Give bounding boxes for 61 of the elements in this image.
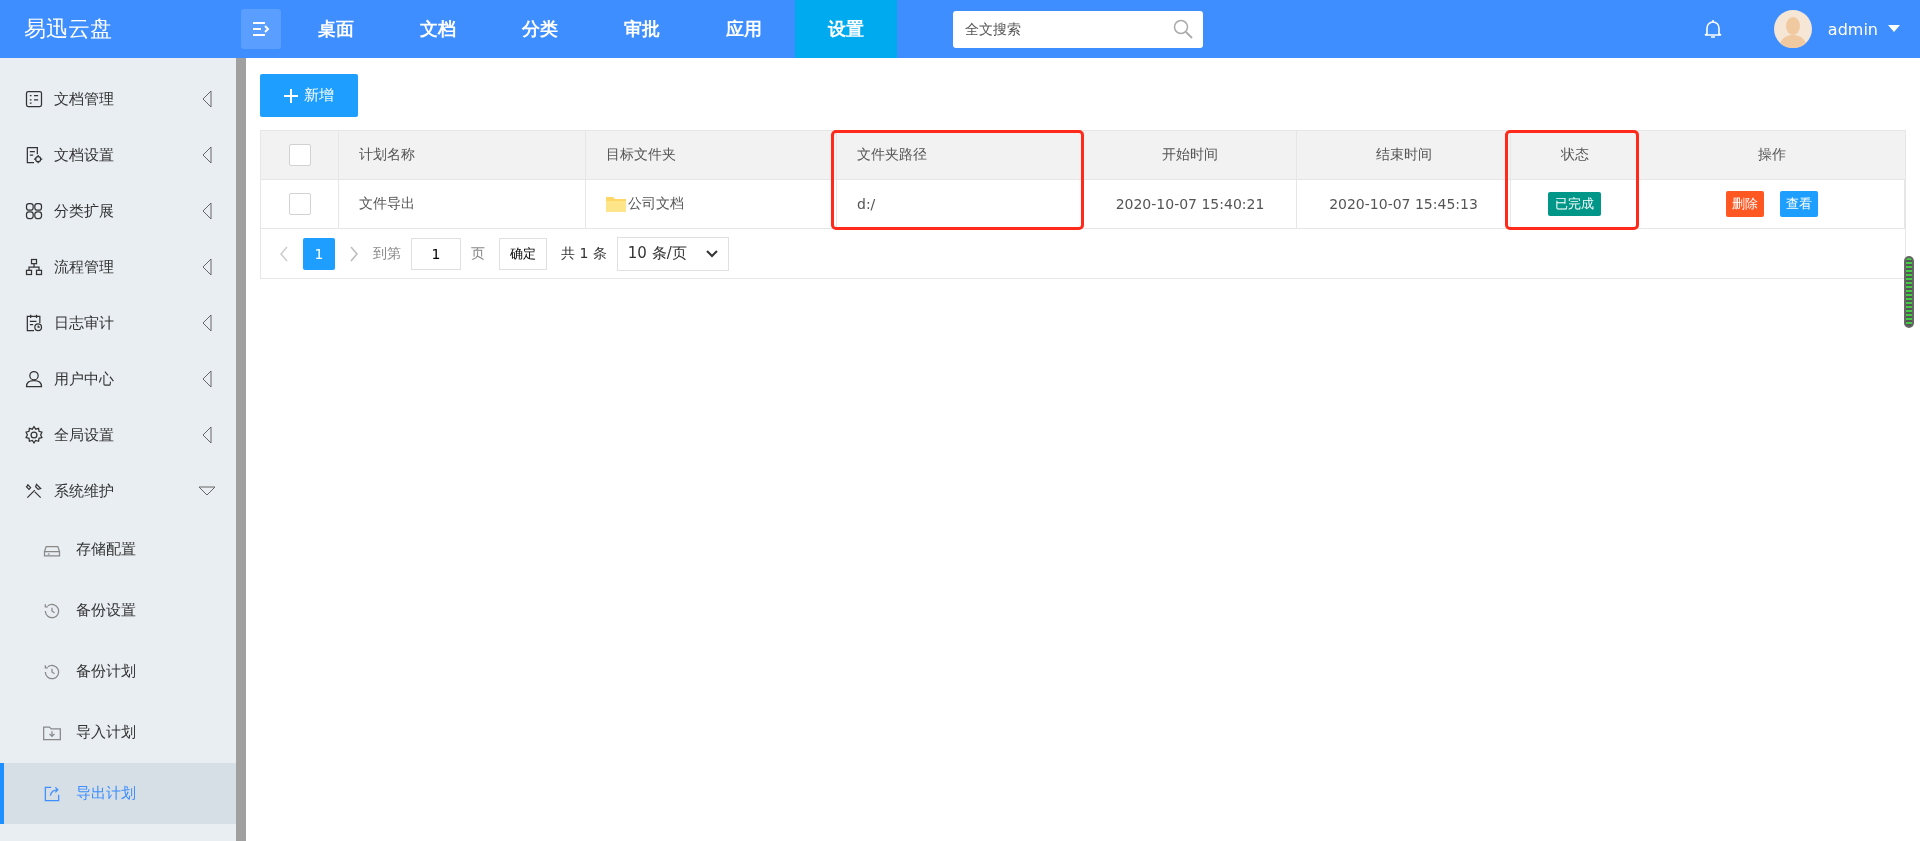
sidebar-item[interactable]: 文档管理 <box>0 71 236 127</box>
prev-page-icon[interactable] <box>279 245 289 262</box>
status-badge: 已完成 <box>1548 192 1601 216</box>
sidebar-item[interactable]: 用户中心 <box>0 351 236 407</box>
checkbox[interactable] <box>288 193 311 215</box>
hierarchy-icon <box>24 257 44 277</box>
grid-icon <box>24 201 44 221</box>
bell-icon[interactable] <box>1703 19 1722 39</box>
sidebar-item[interactable]: 导入计划 <box>0 702 236 763</box>
sidebar-item[interactable]: 日志审计 <box>0 295 236 351</box>
collapse-arrow-icon <box>202 258 212 276</box>
sidebar-item[interactable]: 备份计划 <box>0 641 236 702</box>
total-count: 共 1 条 <box>561 244 607 263</box>
menu-icon[interactable] <box>241 9 281 49</box>
page-size-select[interactable]: 10 条/页 <box>616 236 729 271</box>
chevron-down-icon <box>705 249 718 258</box>
table-cell: 公司文档 <box>628 195 684 213</box>
document-gear-icon <box>24 145 44 165</box>
collapse-arrow-icon <box>202 314 212 332</box>
calendar-clock-icon <box>24 313 44 333</box>
folder-icon <box>606 196 626 212</box>
confirm-button[interactable]: 确定 <box>499 237 547 270</box>
avatar-icon[interactable] <box>1773 10 1812 48</box>
page-input[interactable]: 1 <box>411 237 461 270</box>
table-cell: 文件导出 <box>359 195 415 213</box>
column-header: 目标文件夹 <box>586 131 837 180</box>
column-header: 结束时间 <box>1297 131 1511 180</box>
sidebar-item[interactable]: 备份设置 <box>0 580 236 641</box>
page-unit: 页 <box>471 244 485 263</box>
collapse-arrow-icon <box>202 426 212 444</box>
app-logo: 易迅云盘 <box>23 15 113 43</box>
checkbox[interactable] <box>288 144 311 166</box>
user-icon <box>24 369 44 389</box>
settings-icon <box>24 425 44 445</box>
column-header: 开始时间 <box>1084 131 1297 180</box>
search-field[interactable]: 全文搜索 <box>953 10 1203 48</box>
goto-label: 到第 <box>373 244 401 263</box>
collapse-arrow-icon <box>202 90 212 108</box>
sidebar-item[interactable]: 全局设置 <box>0 407 236 463</box>
sidebar-item[interactable]: 存储配置 <box>0 519 236 580</box>
expand-arrow-icon <box>198 486 216 496</box>
collapse-arrow-icon <box>202 202 212 220</box>
next-page-icon[interactable] <box>349 245 359 262</box>
plus-icon <box>284 88 298 103</box>
column-header: 状态 <box>1511 131 1639 180</box>
column-header: 计划名称 <box>339 131 586 180</box>
column-header: 文件夹路径 <box>837 131 1084 180</box>
sidebar-item[interactable]: 文档设置 <box>0 127 236 183</box>
tools-icon <box>24 481 44 501</box>
scroll-indicator[interactable] <box>1904 256 1914 328</box>
caret-icon[interactable] <box>1888 25 1900 33</box>
sidebar-item[interactable]: 系统维护 <box>0 463 236 519</box>
checklist-icon <box>24 89 44 109</box>
sidebar-item[interactable]: 流程管理 <box>0 239 236 295</box>
table-cell: 2020-10-07 15:40:21 <box>1115 196 1265 212</box>
sidebar-item[interactable]: 分类扩展 <box>0 183 236 239</box>
table-cell: 2020-10-07 15:45:13 <box>1329 196 1478 212</box>
table-cell: d:/ <box>857 196 876 212</box>
column-header: 操作 <box>1639 131 1905 180</box>
collapse-arrow-icon <box>202 370 212 388</box>
collapse-arrow-icon <box>202 146 212 164</box>
